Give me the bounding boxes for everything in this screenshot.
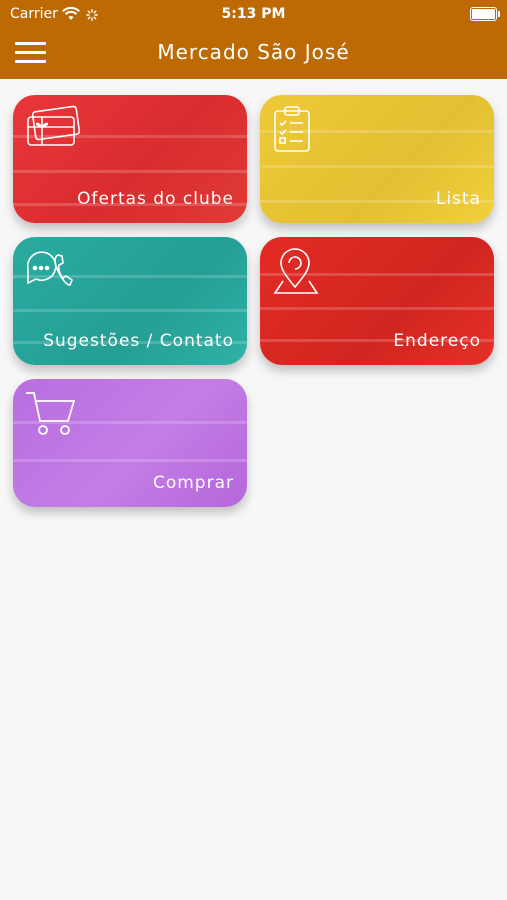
chat-phone-icon (24, 247, 76, 299)
page-title: Mercado São José (157, 40, 350, 64)
battery-icon (470, 7, 500, 21)
gift-card-icon (24, 105, 82, 153)
shopping-cart-icon (24, 389, 80, 441)
tile-label: Comprar (152, 473, 234, 493)
tile-label: Endereço (393, 331, 481, 351)
clock: 5:13 PM (221, 6, 286, 22)
tile-endereco[interactable]: Endereço (260, 237, 494, 365)
tile-label: Sugestões / Contato (43, 331, 234, 351)
tile-label: Ofertas do clube (77, 189, 234, 209)
status-bar: Carrier 5:13 PM (0, 0, 507, 28)
clipboard-checklist-icon (271, 105, 315, 157)
app-header: Carrier 5:13 PM Mercado São José (0, 0, 507, 79)
tile-lista[interactable]: Lista (260, 95, 494, 223)
tile-label: Lista (435, 189, 481, 209)
tile-ofertas-do-clube[interactable]: Ofertas do clube (13, 95, 247, 223)
tile-sugestoes-contato[interactable]: Sugestões / Contato (13, 237, 247, 365)
tile-comprar[interactable]: Comprar (13, 379, 247, 507)
map-pin-icon (271, 247, 323, 303)
